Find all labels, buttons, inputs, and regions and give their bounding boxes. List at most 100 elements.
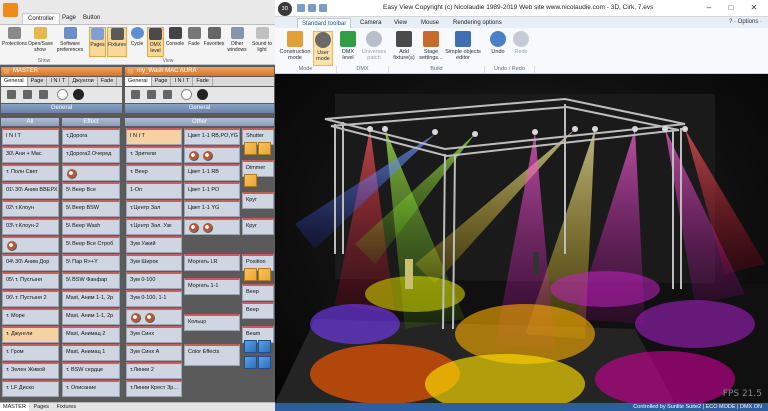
wash-button[interactable]: т. Зрители	[126, 146, 182, 163]
close-button[interactable]: ✕	[747, 2, 761, 14]
shutter-swatch-icon[interactable]	[244, 142, 257, 155]
wash-button[interactable]: Зум Узкий	[126, 236, 182, 253]
knob-icon[interactable]	[189, 151, 199, 161]
fixture-icon[interactable]	[632, 126, 638, 132]
effect-button[interactable]: Mast, Анимац 2	[62, 326, 120, 343]
wash-button[interactable]: Зум 0-100	[126, 272, 182, 289]
circle-button[interactable]: Круг	[242, 218, 274, 235]
effect-button[interactable]: 5\ Beep Wash	[62, 218, 120, 235]
fixture-icon[interactable]	[532, 129, 538, 135]
fixture-icon[interactable]	[432, 129, 438, 135]
color-button[interactable]: Цвет 1-1 YG	[184, 200, 240, 217]
fixture-icon[interactable]	[572, 126, 578, 132]
scene-button[interactable]: 04\ 30\ Аним Дор	[2, 254, 59, 271]
preferences-button[interactable]: Software preferences	[55, 27, 85, 57]
fixture-icon[interactable]	[367, 126, 373, 132]
pin-icon[interactable]	[4, 69, 9, 74]
wash-button[interactable]: т.Центр Зал. Узк	[126, 218, 182, 235]
knob-icon[interactable]	[7, 241, 17, 251]
wash-tab-init[interactable]: I N I T	[171, 77, 194, 86]
status-tab-master[interactable]: MASTER	[0, 403, 29, 411]
color-button[interactable]: Цвет 1-1 RB,PO,YG	[184, 128, 240, 145]
scene-button[interactable]: т. Море	[2, 308, 59, 325]
undo-button[interactable]: Undo	[488, 31, 508, 66]
protections-button[interactable]: Protections	[2, 27, 27, 57]
wash-button[interactable]: Зум Синх	[126, 326, 182, 343]
knob-icon[interactable]	[203, 151, 213, 161]
scene-button[interactable]: 30\ Ани + Mac	[2, 146, 59, 163]
wash-tab-general[interactable]: General	[125, 77, 152, 86]
wash-panel-title[interactable]: my_Wash MAC AURA	[125, 67, 274, 76]
effect-button[interactable]: 5\ BSW Фанфар	[62, 272, 120, 289]
list-icon[interactable]	[23, 90, 32, 99]
effect-button[interactable]: Mast, Аним 1-1, 2p	[62, 308, 120, 325]
shutter-swatch-icon[interactable]	[258, 142, 271, 155]
cycle-button[interactable]: Cycle	[128, 27, 146, 57]
color-effects-button[interactable]: Color Effects	[184, 344, 240, 366]
fixtures-button[interactable]: Fixtures	[107, 27, 127, 57]
effect-button[interactable]: т.Дорога2 Очеред	[62, 146, 120, 163]
wash-tab-fade[interactable]: Fade	[193, 77, 213, 86]
construction-mode-button[interactable]: Construction mode	[278, 31, 312, 66]
save-file-icon[interactable]	[319, 4, 327, 12]
master-tab-general[interactable]: General	[1, 77, 28, 86]
fade-button[interactable]: Fade	[186, 27, 202, 57]
effect-button[interactable]: Mast, Анимац 1	[62, 344, 120, 361]
dimmer-swatch-icon[interactable]	[244, 174, 257, 187]
tab-button[interactable]: Button	[78, 13, 105, 24]
sound-to-light-button[interactable]: Sound to light	[249, 27, 275, 57]
dark-circle-icon[interactable]	[197, 89, 208, 100]
effect-button[interactable]: 5\ Beep Все	[62, 182, 120, 199]
effect-button[interactable]: т. Описание	[62, 380, 120, 397]
wash-button[interactable]: 1-On	[126, 182, 182, 199]
knob-icon[interactable]	[145, 313, 155, 323]
beam-swatch-icon[interactable]	[244, 340, 257, 353]
light-circle-icon[interactable]	[181, 89, 192, 100]
color-button[interactable]: Цвет 1-1 PO	[184, 182, 240, 199]
fan-button[interactable]: Веер	[242, 284, 274, 301]
pin-icon[interactable]	[128, 69, 133, 74]
wash-button[interactable]: I N I T	[126, 128, 182, 145]
tab-mouse[interactable]: Mouse	[417, 18, 443, 28]
list-icon[interactable]	[147, 90, 156, 99]
pages-button[interactable]: Pages	[89, 27, 106, 57]
master-panel-title[interactable]: MASTER	[1, 67, 122, 76]
settings-icon[interactable]	[39, 90, 48, 99]
universes-patch-button[interactable]: Universes patch	[360, 31, 388, 66]
other-windows-button[interactable]: Other windows	[226, 27, 248, 57]
color-button[interactable]: Цвет 1-1 RB	[184, 164, 240, 181]
knob-icon[interactable]	[67, 169, 77, 179]
scene-button[interactable]: 02\ т.Клоун	[2, 200, 59, 217]
stage-settings-button[interactable]: Stage settings...	[419, 31, 443, 66]
fan-button[interactable]: Веер	[242, 302, 274, 319]
3d-viewport[interactable]: FPS 21.5	[275, 74, 768, 403]
wash-button[interactable]: т.Центр Зал	[126, 200, 182, 217]
master-tab-jungle[interactable]: Джунгли	[69, 77, 98, 86]
add-fixtures-button[interactable]: Add fixture(s)	[391, 31, 417, 66]
redo-button[interactable]: Redo	[511, 31, 531, 66]
scene-button[interactable]: 01\ 30\ Аним ВВЕРХ	[2, 182, 59, 199]
settings-icon[interactable]	[163, 90, 172, 99]
tab-controller[interactable]: Controller	[22, 13, 61, 24]
scene-button[interactable]: т. Гром	[2, 344, 59, 361]
effect-button[interactable]: 5\ Beep Все Строб	[62, 236, 120, 253]
dark-circle-icon[interactable]	[73, 89, 84, 100]
new-file-icon[interactable]	[297, 4, 305, 12]
user-mode-button[interactable]: User mode	[313, 31, 333, 66]
effect-button[interactable]: т.Дорога	[62, 128, 120, 145]
maximize-button[interactable]: □	[724, 2, 738, 14]
tab-camera[interactable]: Camera	[356, 18, 385, 28]
tab-view[interactable]: View	[390, 18, 411, 28]
status-tab-pages[interactable]: Pages	[30, 403, 52, 411]
color-button[interactable]: Моргать LR	[184, 254, 240, 271]
effect-button[interactable]: Mast, Аним 1-1, 2p	[62, 290, 120, 307]
status-tab-fixtures[interactable]: Fixtures	[54, 403, 80, 411]
easy-view-logo[interactable]: 3D	[278, 2, 292, 16]
scene-button-selected[interactable]: т. Джунгли	[2, 326, 59, 343]
tab-standard-toolbar[interactable]: Standard toolbar	[297, 18, 352, 28]
scene-button[interactable]: т. Зелен Живой	[2, 362, 59, 379]
beam-swatch-icon[interactable]	[258, 356, 271, 369]
wash-button[interactable]: т. Beep	[126, 164, 182, 181]
circle-button[interactable]: Круг	[242, 192, 274, 209]
dmx-level-view-button[interactable]: DMX level	[339, 31, 357, 66]
